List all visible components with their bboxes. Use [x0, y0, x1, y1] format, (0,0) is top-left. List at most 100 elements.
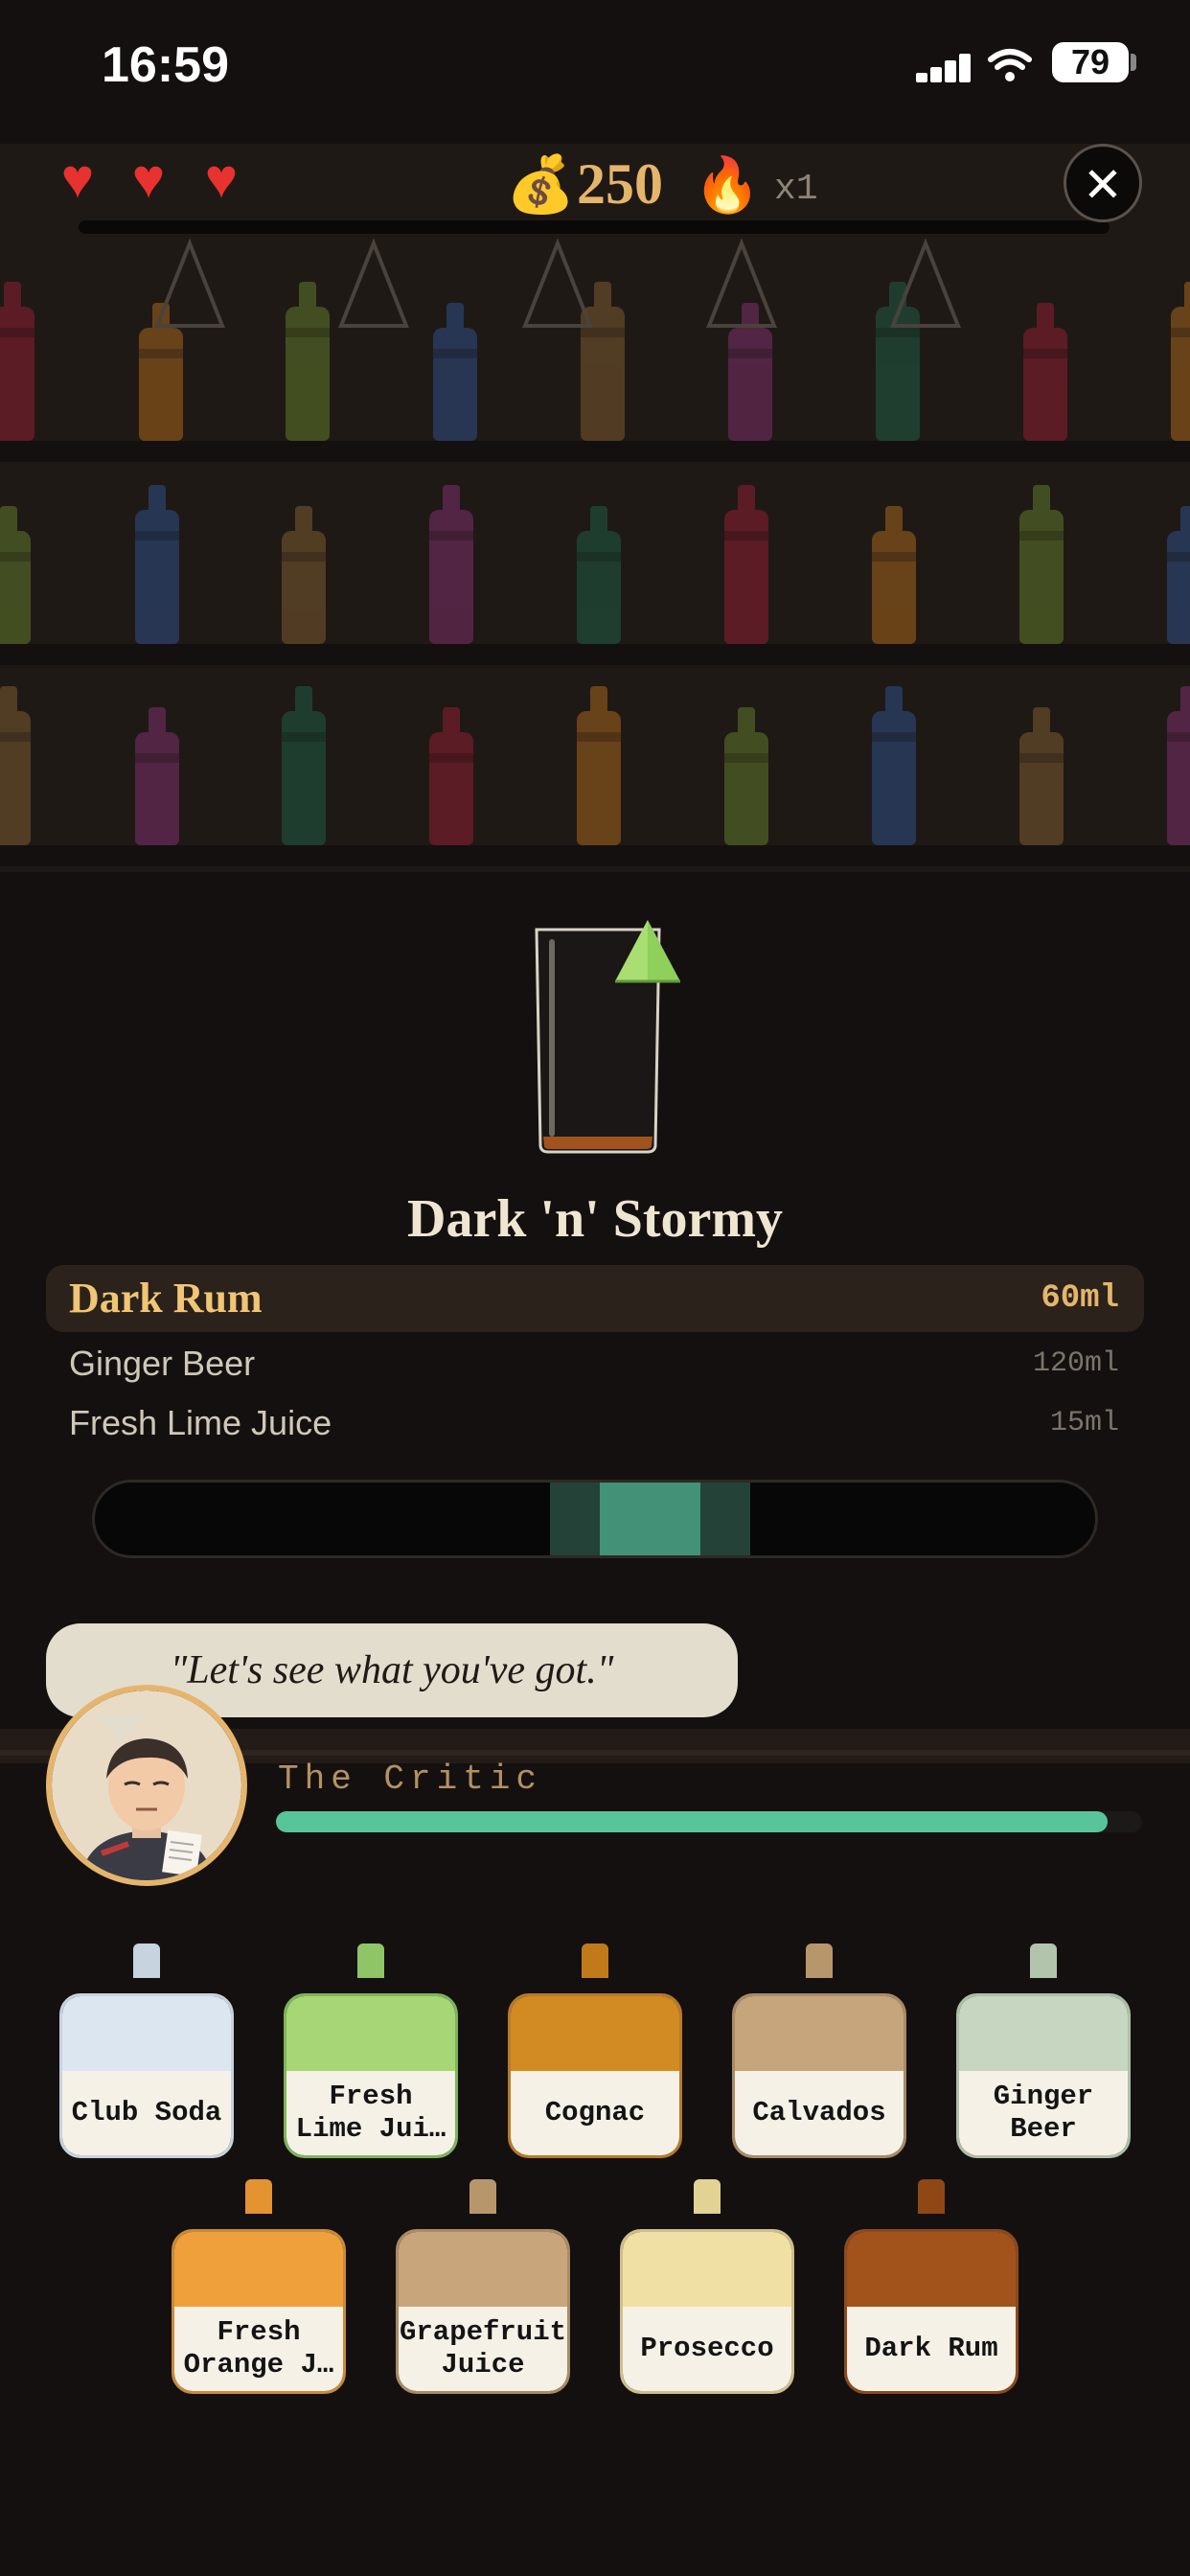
ingredient-row: Ginger Beer 120ml — [46, 1330, 1144, 1397]
patience-fill — [276, 1811, 1108, 1832]
hud-divider — [79, 220, 1110, 234]
coin-count: 250 — [577, 152, 663, 216]
bottle-label: Cognac — [511, 2071, 679, 2155]
bottle-cap — [357, 1944, 384, 1978]
shelf-bottle — [577, 506, 621, 644]
status-time: 16:59 — [102, 37, 229, 93]
bottle-cap — [245, 2179, 272, 2214]
shelf-bottle — [135, 707, 179, 845]
cocktail-glass — [535, 920, 680, 1154]
bottle-cap — [918, 2179, 945, 2214]
bottle-liquid — [847, 2232, 1016, 2307]
bottle-liquid — [959, 1996, 1128, 2071]
bottle-liquid — [174, 2232, 343, 2307]
close-icon: ✕ — [1083, 158, 1123, 212]
ingredient-bottle[interactable]: Prosecco — [620, 2179, 794, 2394]
money-bag-icon: 💰 — [506, 153, 576, 216]
shelf-bottle — [1019, 485, 1064, 644]
streak-multiplier: x1 — [774, 169, 818, 210]
bottle-body: Dark Rum — [844, 2229, 1018, 2394]
bottle-label: Fresh Orange J… — [174, 2307, 343, 2391]
shelf-bottle — [724, 485, 768, 644]
heart-icon: ♥ — [131, 148, 166, 210]
bar-shelves-background — [0, 144, 1190, 872]
shelf-bottle — [728, 303, 772, 441]
bottle-body: Calvados — [732, 1993, 906, 2158]
ingredient-name: Ginger Beer — [69, 1344, 256, 1383]
pour-sweet-spot — [600, 1483, 700, 1555]
shelf-bottle — [282, 686, 326, 845]
bottle-body: Fresh Orange J… — [172, 2229, 346, 2394]
ingredient-row-active: Dark Rum 60ml — [46, 1265, 1144, 1332]
fire-icon: 🔥 — [694, 154, 761, 215]
shelf-bottle — [135, 485, 179, 644]
bottle-body: Grapefruit Juice — [396, 2229, 570, 2394]
bottle-liquid — [286, 1996, 455, 2071]
ingredient-bottle[interactable]: Cognac — [508, 1944, 682, 2158]
bottle-label: Club Soda — [62, 2071, 231, 2155]
patience-meter — [276, 1811, 1142, 1832]
bottle-body: Club Soda — [59, 1993, 234, 2158]
cellular-signal-icon — [916, 54, 971, 82]
shelf-bottle — [429, 707, 473, 845]
bottle-liquid — [399, 2232, 567, 2307]
shelf-bottle — [872, 686, 916, 845]
shelf-bottle — [872, 506, 916, 644]
shelf-bottle — [429, 485, 473, 644]
bottle-liquid — [62, 1996, 231, 2071]
shelf-bottle — [1019, 707, 1064, 845]
ingredient-name: Dark Rum — [69, 1275, 263, 1322]
ingredient-name: Fresh Lime Juice — [69, 1403, 332, 1442]
bottle-liquid — [511, 1996, 679, 2071]
shelf-bottle — [0, 686, 31, 845]
speech-bubble-tail — [96, 1715, 146, 1744]
battery-icon: 79 — [1052, 42, 1129, 82]
bottle-label: Calvados — [735, 2071, 904, 2155]
ingredient-bottle[interactable]: Dark Rum — [844, 2179, 1018, 2394]
bottle-body: Fresh Lime Jui… — [284, 1993, 458, 2158]
ingredient-bottle[interactable]: Grapefruit Juice — [396, 2179, 570, 2394]
bottle-label: Grapefruit Juice — [399, 2307, 567, 2391]
shelf-bottle — [139, 303, 183, 441]
ingredient-amount: 15ml — [1049, 1407, 1119, 1439]
pour-meter[interactable] — [92, 1480, 1098, 1558]
ingredient-bottle[interactable]: Ginger Beer — [956, 1944, 1131, 2158]
bottle-label: Fresh Lime Jui… — [286, 2071, 455, 2155]
ingredient-bottle[interactable]: Club Soda — [59, 1944, 234, 2158]
bottle-cap — [806, 1944, 833, 1978]
bottle-liquid — [735, 1996, 904, 2071]
drink-liquid — [543, 1137, 652, 1149]
bottle-cap — [694, 2179, 721, 2214]
bottle-cap — [469, 2179, 496, 2214]
bottle-cap — [1030, 1944, 1057, 1978]
drink-title: Dark 'n' Stormy — [407, 1189, 783, 1249]
bottle-cap — [133, 1944, 160, 1978]
bottle-body: Ginger Beer — [956, 1993, 1131, 2158]
shelf-bottle — [1167, 506, 1190, 644]
shelf-bottle — [577, 686, 621, 845]
ingredient-bottle[interactable]: Calvados — [732, 1944, 906, 2158]
customer-name: The Critic — [278, 1760, 543, 1799]
bottle-label: Prosecco — [623, 2307, 791, 2391]
shelf-bottle — [433, 303, 477, 441]
shelf-bottle — [1023, 303, 1067, 441]
bottle-body: Cognac — [508, 1993, 682, 2158]
heart-icon: ♥ — [204, 148, 239, 210]
ingredient-bottle[interactable]: Fresh Orange J… — [172, 2179, 346, 2394]
hanging-glasses — [154, 238, 961, 328]
shelf-bottle — [282, 506, 326, 644]
shelf-bottle — [724, 707, 768, 845]
close-button[interactable]: ✕ — [1064, 144, 1142, 222]
shelf-bottle — [0, 506, 31, 644]
bottle-liquid — [623, 2232, 791, 2307]
bottle-label: Ginger Beer — [959, 2071, 1128, 2155]
ingredient-bottle[interactable]: Fresh Lime Jui… — [284, 1944, 458, 2158]
bottle-label: Dark Rum — [847, 2307, 1016, 2391]
battery-tip — [1131, 54, 1136, 71]
shelf-bottle — [1167, 686, 1190, 845]
customer-avatar — [46, 1685, 247, 1886]
ingredient-amount: 60ml — [1041, 1280, 1119, 1317]
wifi-icon — [988, 49, 1032, 81]
bottle-cap — [582, 1944, 608, 1978]
ingredient-amount: 120ml — [1032, 1347, 1119, 1380]
